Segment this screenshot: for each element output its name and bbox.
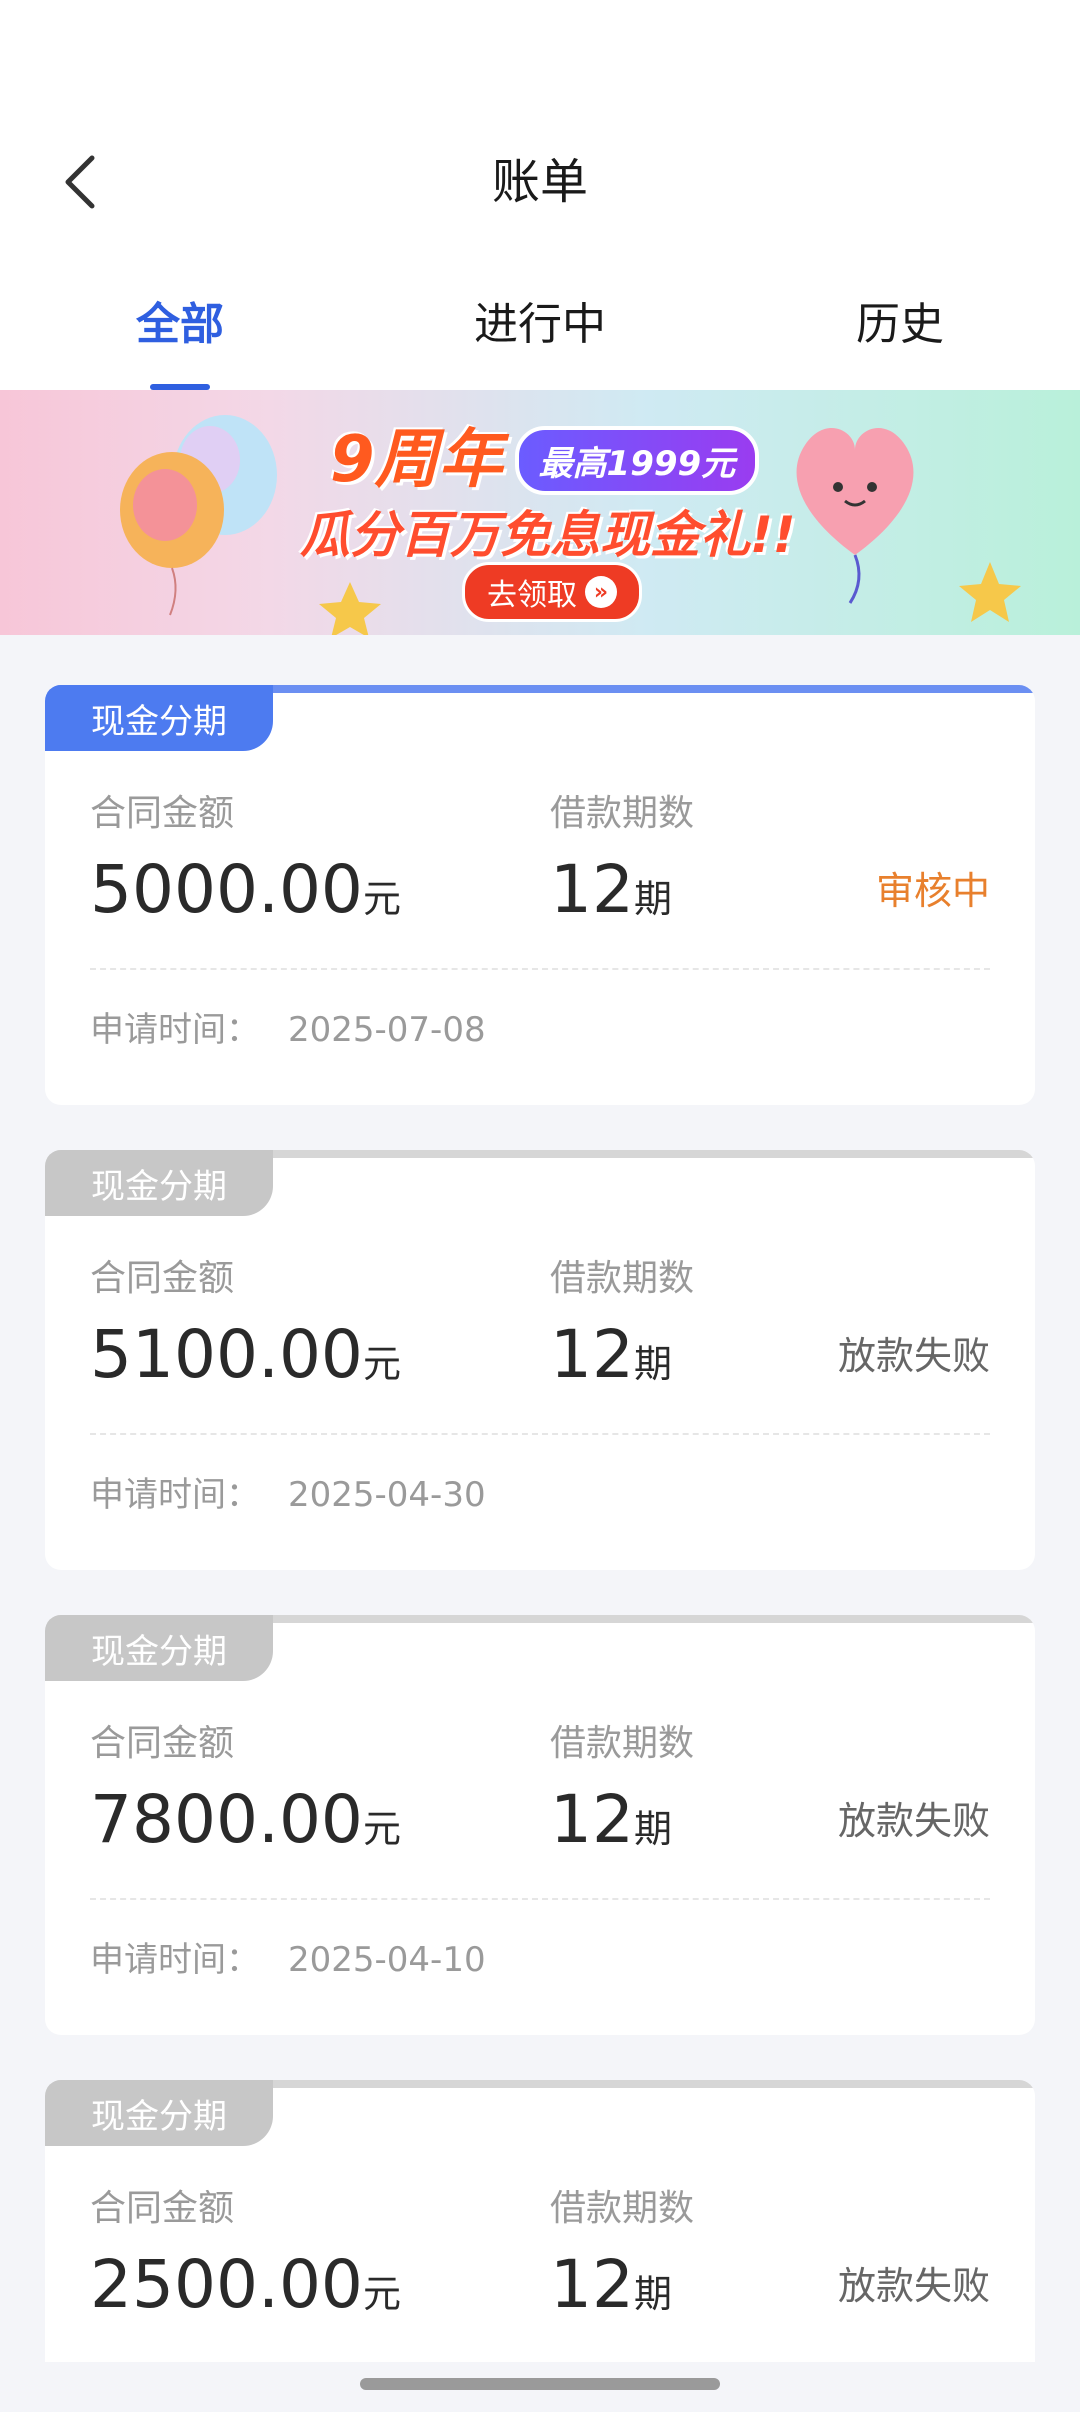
card-type-tag: 现金分期 xyxy=(45,685,273,751)
loan-term: 12期 xyxy=(550,847,672,942)
apply-date: 2025-04-10 xyxy=(288,1940,486,1980)
bill-status: 放款失败 xyxy=(837,2264,990,2308)
bill-card[interactable]: 现金分期 合同金额 借款期数 7800.00元 12期 放款失败 申请时间： 20… xyxy=(45,1615,1035,2035)
contract-amount-label: 合同金额 xyxy=(90,1258,235,1299)
bill-status: 放款失败 xyxy=(837,1799,990,1843)
period-unit: 期 xyxy=(633,1807,672,1851)
currency-unit: 元 xyxy=(362,2272,401,2316)
header: 账单 xyxy=(0,110,1080,255)
banner-anniversary-text: 9周年 xyxy=(330,423,503,497)
card-type-tag: 现金分期 xyxy=(45,2080,273,2146)
amount-number: 5000.00 xyxy=(90,851,363,928)
contract-amount: 7800.00元 xyxy=(90,1777,401,1872)
period-unit: 期 xyxy=(633,877,672,921)
banner-title: 9周年 最高1999元 xyxy=(330,420,760,500)
period-unit: 期 xyxy=(633,1342,672,1386)
tab-label: 进行中 xyxy=(474,299,606,350)
amount-number: 7800.00 xyxy=(90,1781,363,1858)
contract-amount-label: 合同金额 xyxy=(90,1723,235,1764)
loan-term-label: 借款期数 xyxy=(550,2188,695,2229)
star-icon xyxy=(959,562,1021,622)
apply-date: 2025-04-30 xyxy=(288,1475,486,1515)
loan-term-label: 借款期数 xyxy=(550,793,695,834)
amount-number: 5100.00 xyxy=(90,1316,363,1393)
currency-unit: 元 xyxy=(362,1807,401,1851)
contract-amount-label: 合同金额 xyxy=(90,793,235,834)
apply-time-row: 申请时间： 2025-04-10 xyxy=(90,1937,486,1983)
loan-term: 12期 xyxy=(550,2242,672,2337)
page-title: 账单 xyxy=(491,154,588,210)
contract-amount: 2500.00元 xyxy=(90,2242,401,2337)
apply-time-row: 申请时间： 2025-04-30 xyxy=(90,1472,486,1518)
contract-amount: 5000.00元 xyxy=(90,847,401,942)
home-indicator[interactable] xyxy=(360,2378,720,2390)
loan-term: 12期 xyxy=(550,1777,672,1872)
double-chevron-right-icon: » xyxy=(585,576,617,608)
tab-history[interactable]: 历史 xyxy=(850,255,950,390)
tab-in-progress[interactable]: 进行中 xyxy=(470,255,610,390)
star-icon xyxy=(319,582,381,635)
dashed-divider xyxy=(90,1898,990,1900)
status-bar xyxy=(0,0,1080,110)
apply-time-label: 申请时间： xyxy=(90,1010,260,1050)
tab-label: 全部 xyxy=(136,299,224,350)
apply-date: 2025-07-08 xyxy=(288,1010,486,1050)
amount-number: 2500.00 xyxy=(90,2246,363,2323)
term-number: 12 xyxy=(550,1781,634,1858)
dashed-divider xyxy=(90,1433,990,1435)
banner-claim-button[interactable]: 去领取 » xyxy=(462,562,642,622)
dashed-divider xyxy=(90,968,990,970)
term-number: 12 xyxy=(550,2246,634,2323)
card-type-tag: 现金分期 xyxy=(45,1150,273,1216)
bill-status: 放款失败 xyxy=(837,1334,990,1378)
period-unit: 期 xyxy=(633,2272,672,2316)
promo-banner[interactable]: 9周年 最高1999元 瓜分百万免息现金礼!! 去领取 » xyxy=(0,390,1080,635)
term-number: 12 xyxy=(550,851,634,928)
tab-bar: 全部 进行中 历史 xyxy=(0,255,1080,390)
tab-label: 历史 xyxy=(856,299,944,350)
banner-max-badge: 最高1999元 xyxy=(514,425,760,495)
currency-unit: 元 xyxy=(362,877,401,921)
currency-unit: 元 xyxy=(362,1342,401,1386)
contract-amount: 5100.00元 xyxy=(90,1312,401,1407)
loan-term: 12期 xyxy=(550,1312,672,1407)
bill-card[interactable]: 现金分期 合同金额 借款期数 2500.00元 12期 放款失败 xyxy=(45,2080,1035,2380)
term-number: 12 xyxy=(550,1316,634,1393)
loan-term-label: 借款期数 xyxy=(550,1258,695,1299)
bill-card[interactable]: 现金分期 合同金额 借款期数 5100.00元 12期 放款失败 申请时间： 20… xyxy=(45,1150,1035,1570)
banner-subtitle: 瓜分百万免息现金礼!! xyxy=(300,506,796,564)
loan-term-label: 借款期数 xyxy=(550,1723,695,1764)
bill-status: 审核中 xyxy=(875,869,990,913)
apply-time-label: 申请时间： xyxy=(90,1475,260,1515)
card-type-tag: 现金分期 xyxy=(45,1615,273,1681)
bill-card[interactable]: 现金分期 合同金额 借款期数 5000.00元 12期 审核中 申请时间： 202… xyxy=(45,685,1035,1105)
contract-amount-label: 合同金额 xyxy=(90,2188,235,2229)
heart-balloon-illustration xyxy=(796,428,914,604)
banner-claim-label: 去领取 xyxy=(487,578,577,613)
balloons-illustration xyxy=(120,415,277,616)
apply-time-row: 申请时间： 2025-07-08 xyxy=(90,1007,486,1053)
tab-all[interactable]: 全部 xyxy=(130,255,230,390)
apply-time-label: 申请时间： xyxy=(90,1940,260,1980)
